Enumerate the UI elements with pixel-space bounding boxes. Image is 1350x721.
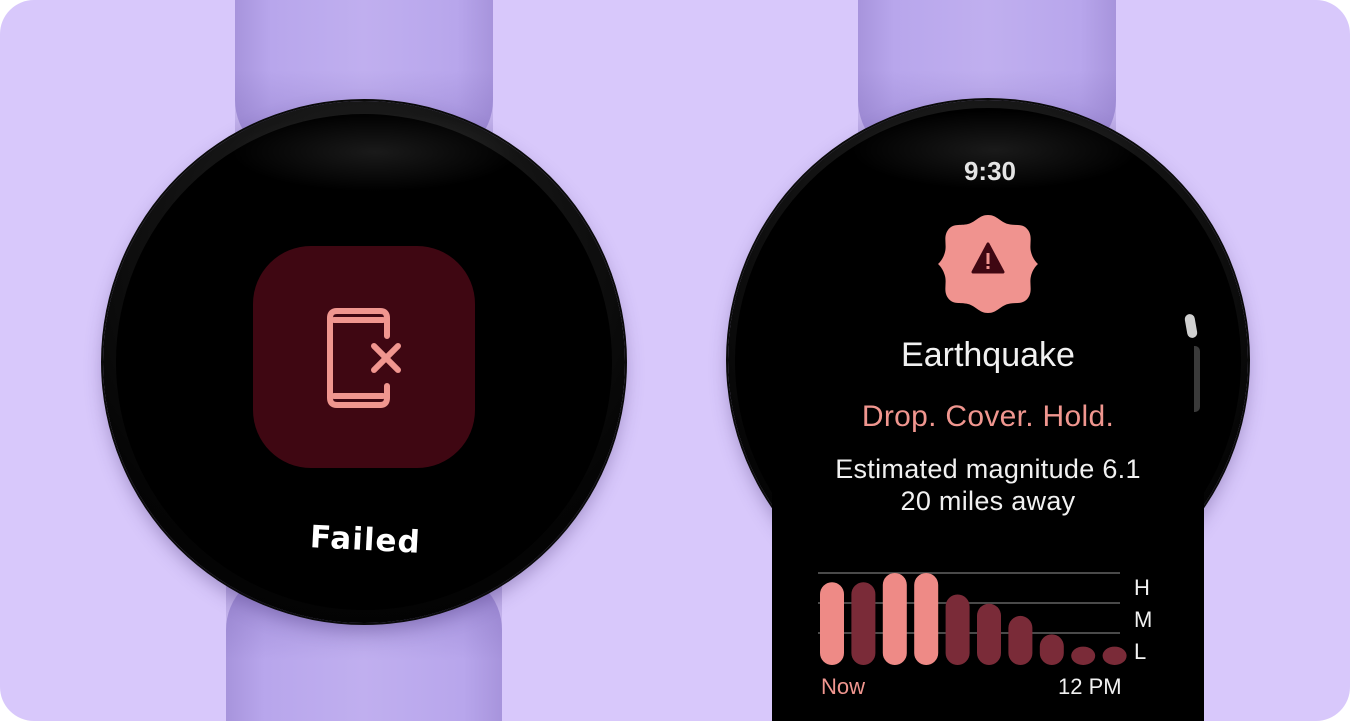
x-tick-label-12pm: 12 PM	[1058, 674, 1122, 699]
chart-bar	[1102, 646, 1127, 665]
y-level-label: L	[1134, 639, 1146, 664]
chart-bar	[1071, 646, 1096, 665]
clock-time: 9:30	[963, 156, 1017, 186]
chart-bar	[851, 582, 876, 665]
distance-text: 20 miles away	[900, 486, 1076, 516]
canvas-background: Failed 9:30 Earthquake Drop. Cover. Hold…	[0, 0, 1350, 721]
y-level-label: H	[1134, 575, 1150, 600]
chart-bar	[977, 603, 1001, 665]
chart-bar	[1008, 615, 1033, 665]
magnitude-text: Estimated magnitude 6.1	[835, 454, 1141, 484]
chart-bar	[914, 573, 939, 665]
bezel-reflection-left	[230, 112, 520, 192]
chart-bar	[1039, 634, 1064, 665]
chart-bar	[945, 594, 970, 665]
warning-icon	[938, 215, 1038, 313]
scrollbar-track[interactable]	[1186, 346, 1200, 412]
alert-instruction: Drop. Cover. Hold.	[861, 400, 1115, 433]
x-tick-label-now: Now	[821, 674, 866, 699]
status-label: Failed	[308, 519, 422, 561]
y-level-label: M	[1134, 607, 1152, 632]
alert-title: Earthquake	[901, 336, 1075, 374]
phone-error-icon	[253, 246, 475, 468]
chart-bar	[882, 573, 907, 665]
chart-bar	[820, 582, 844, 665]
